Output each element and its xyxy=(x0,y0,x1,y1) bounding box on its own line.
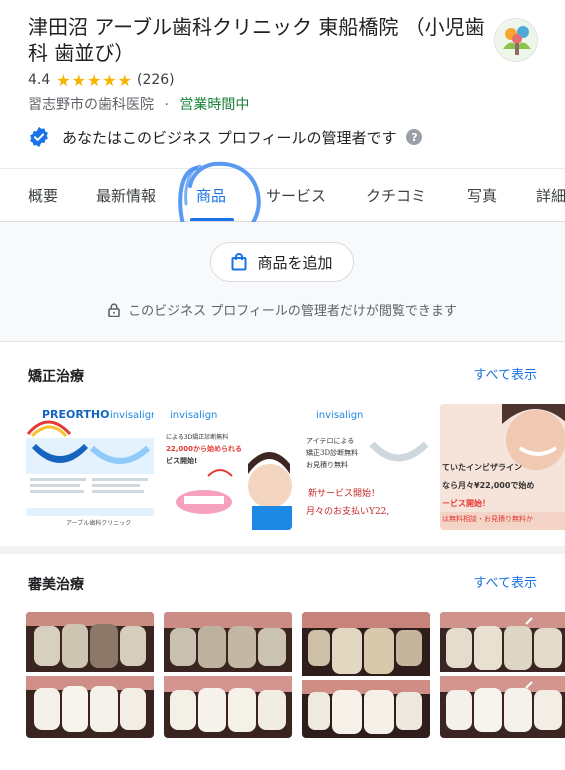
add-product-label: 商品を追加 xyxy=(257,253,333,272)
tab-products[interactable]: 商品 xyxy=(196,169,226,221)
before-after-teeth-photo xyxy=(440,612,565,738)
ad-logo-text: invisalign xyxy=(170,410,218,421)
ad-logo-text: invisalign xyxy=(316,410,364,421)
product-thumbnail-row xyxy=(26,612,565,738)
rating-row: 4.4 ★★★★★ (226) xyxy=(28,70,175,90)
ad-logo-text: invisalign xyxy=(110,410,154,421)
see-all-link[interactable]: すべて表示 xyxy=(473,364,537,383)
ad-line: お見積り無料 xyxy=(306,461,348,469)
before-after-teeth-photo xyxy=(26,612,154,738)
review-count[interactable]: (226) xyxy=(137,72,175,88)
ad-line: アイテロによる xyxy=(306,437,355,445)
product-thumbnail[interactable]: ていたインビザライン なら月々¥22,000で始め ービス開始！ は無料相談・お… xyxy=(440,404,565,530)
ad-line: なら月々¥22,000で始め xyxy=(442,481,535,490)
invisalign-ad-image xyxy=(164,404,292,530)
ad-subtext: ビス開始! xyxy=(166,457,198,465)
product-thumbnail[interactable] xyxy=(26,612,154,738)
add-product-button[interactable]: 商品を追加 xyxy=(210,242,354,282)
product-category-orthodontics: 矯正治療 すべて表示 PREORTHO invisalign アーブル歯科クリニ… xyxy=(0,342,565,546)
owner-message: あなたはこのビジネス プロフィールの管理者です xyxy=(62,128,397,147)
business-logo[interactable] xyxy=(494,18,538,62)
tab-bar: 概要 最新情報 商品 サービス クチコミ 写真 詳細 xyxy=(0,168,565,222)
ad-headline: による3D矯正診断無料 xyxy=(166,434,229,441)
tab-overview[interactable]: 概要 xyxy=(28,169,58,221)
business-title: 津田沼 アーブル歯科クリニック 東船橋院 （小児歯科 歯並び） xyxy=(28,15,485,65)
product-category-cosmetic: 審美治療 すべて表示 xyxy=(0,554,565,770)
verified-check-icon xyxy=(30,126,48,148)
tab-reviews[interactable]: クチコミ xyxy=(366,169,426,221)
products-panel: 商品を追加 このビジネス プロフィールの管理者だけが閲覧できます xyxy=(0,222,565,342)
product-thumbnail[interactable] xyxy=(440,612,565,738)
tab-photos[interactable]: 写真 xyxy=(467,169,497,221)
ad-clinic-name: アーブル歯科クリニック xyxy=(66,520,132,527)
ad-price: 22,000から始められる xyxy=(166,445,243,453)
ad-line: 矯正3D診断無料 xyxy=(306,449,359,457)
ad-line: ていたインビザライン xyxy=(442,463,522,472)
tab-updates[interactable]: 最新情報 xyxy=(96,169,156,221)
product-thumbnail[interactable] xyxy=(302,612,430,738)
lock-icon xyxy=(108,302,120,317)
section-title: 審美治療 xyxy=(28,577,84,593)
rating-value: 4.4 xyxy=(28,72,51,88)
ad-line: ービス開始！ xyxy=(442,499,490,508)
category-row: 習志野市の歯科医院 · 営業時間中 xyxy=(28,94,249,114)
star-rating-icon: ★★★★★ xyxy=(56,70,133,90)
help-icon[interactable]: ? xyxy=(406,129,423,145)
ad-logo-text: PREORTHO xyxy=(42,408,110,421)
product-thumbnail[interactable]: invisalign による3D矯正診断無料 22,000から始められる ビス開… xyxy=(164,404,292,530)
section-title: 矯正治療 xyxy=(28,369,84,385)
owner-only-text: このビジネス プロフィールの管理者だけが閲覧できます xyxy=(128,304,457,319)
before-after-teeth-photo xyxy=(302,612,430,738)
before-after-teeth-photo xyxy=(164,612,292,738)
shopping-bag-icon xyxy=(231,253,247,271)
product-thumbnail[interactable] xyxy=(164,612,292,738)
preortho-ad-image xyxy=(26,404,154,530)
tab-services[interactable]: サービス xyxy=(266,169,326,221)
owner-verification-row: あなたはこのビジネス プロフィールの管理者です ? xyxy=(28,124,423,150)
separator: · xyxy=(164,97,169,113)
business-category: 習志野市の歯科医院 xyxy=(28,97,154,113)
product-thumbnail-row: PREORTHO invisalign アーブル歯科クリニック invisali… xyxy=(26,404,565,530)
business-header: 津田沼 アーブル歯科クリニック 東船橋院 （小児歯科 歯並び） 4.4 ★★★★… xyxy=(0,0,565,168)
open-status: 営業時間中 xyxy=(179,97,250,113)
product-thumbnail[interactable]: PREORTHO invisalign アーブル歯科クリニック xyxy=(26,404,154,530)
tab-about[interactable]: 詳細 xyxy=(536,169,565,221)
section-divider xyxy=(0,546,565,554)
ad-line: 月々のお支払いY22, xyxy=(306,507,390,517)
product-thumbnail[interactable]: invisalign アイテロによる 矯正3D診断無料 お見積り無料 新サービス… xyxy=(302,404,430,530)
ad-line: は無料相談・お見積り無料か xyxy=(442,515,533,523)
see-all-link[interactable]: すべて表示 xyxy=(473,572,537,591)
owner-only-note: このビジネス プロフィールの管理者だけが閲覧できます xyxy=(0,300,565,319)
ad-line: 新サービス開始！ xyxy=(308,489,381,499)
